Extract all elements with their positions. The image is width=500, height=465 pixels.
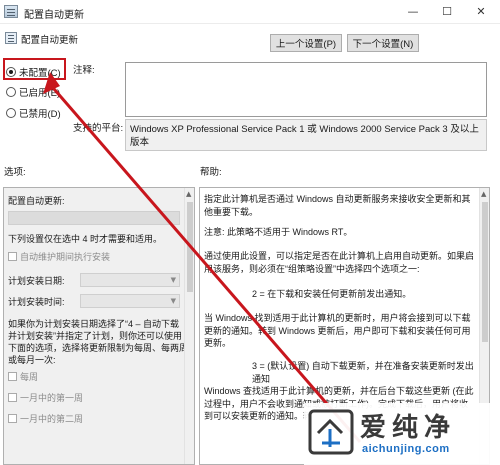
watermark: 爱纯净 aichunjing.com	[304, 403, 500, 465]
prev-setting-button[interactable]: 上一个设置(P)	[270, 34, 342, 52]
update-mode-dropdown[interactable]	[8, 211, 180, 225]
aichunjing-logo-icon	[308, 409, 354, 455]
first-week-checkbox[interactable]	[8, 393, 17, 402]
schedule-day-dropdown[interactable]: ▼	[80, 273, 180, 287]
title-bar: 配置自动更新 — ☐ ✕	[0, 0, 500, 24]
first-week-checkbox-label: 一月中的第一周	[20, 393, 84, 403]
weekly-checkbox-label: 每周	[20, 372, 39, 382]
options-label: 选项:	[4, 167, 26, 178]
radio-enabled-label: 已启用(E)	[19, 88, 61, 99]
next-setting-button[interactable]: 下一个设置(N)	[347, 34, 419, 52]
chevron-down-icon: ▼	[170, 297, 176, 305]
comment-textarea[interactable]	[125, 62, 487, 117]
watermark-title: 爱纯净	[360, 413, 457, 443]
highlight-annotation-box	[3, 58, 66, 80]
help-paragraph-6: 3 = (默认设置) 自动下载更新，并在准备安装更新时发出通知	[252, 361, 474, 384]
minimize-button[interactable]: —	[396, 0, 430, 22]
help-paragraph-4: 2 = 在下载和安装任何更新前发出通知。	[252, 289, 412, 299]
options-panel: 配置自动更新: 下列设置仅在选中 4 时才需要和适用。 自动维护期间执行安装 计…	[3, 187, 195, 465]
second-week-checkbox[interactable]	[8, 414, 17, 423]
policy-app-icon	[4, 5, 18, 18]
setting-icon	[5, 32, 17, 44]
maintenance-checkbox-label: 自动维护期间执行安装	[20, 252, 111, 262]
options-scrollbar[interactable]: ▲	[184, 188, 194, 464]
help-paragraph-3: 通过使用此设置，可以指定是否在此计算机上启用自动更新。如果启用该服务，则必须在“…	[204, 251, 475, 274]
comment-label: 注释:	[73, 65, 95, 76]
options-paragraph-line-2: 并计划安装”并指定了计划，则你还可以使用	[8, 331, 182, 341]
second-week-checkbox-label: 一月中的第二周	[20, 414, 84, 424]
watermark-url: aichunjing.com	[362, 443, 450, 455]
close-button[interactable]: ✕	[464, 0, 498, 22]
scroll-up-icon: ▲	[186, 190, 192, 198]
radio-disabled[interactable]: 已禁用(D)	[6, 106, 61, 120]
weekly-checkbox[interactable]	[8, 372, 17, 381]
scroll-up-icon: ▲	[481, 190, 487, 198]
help-paragraph-1: 指定此计算机是否通过 Windows 自动更新服务来接收安全更新和其他重要下载。	[204, 194, 471, 217]
help-scrollbar-thumb[interactable]	[482, 202, 488, 342]
help-paragraph-2: 注意: 此策略不适用于 Windows RT。	[204, 227, 353, 237]
options-paragraph-line-4: 或每月一次:	[8, 355, 56, 365]
options-heading: 配置自动更新:	[8, 196, 65, 206]
platform-label: 支持的平台:	[73, 123, 124, 134]
schedule-time-label: 计划安装时间:	[8, 297, 65, 307]
radio-circle[interactable]	[6, 87, 16, 97]
platform-text: Windows XP Professional Service Pack 1 或…	[125, 119, 487, 151]
maintenance-checkbox[interactable]	[8, 252, 17, 261]
schedule-time-dropdown[interactable]: ▼	[80, 294, 180, 308]
options-paragraph-line-1: 如果你为计划安装日期选择了“4 – 自动下载	[8, 319, 180, 329]
setting-title: 配置自动更新	[21, 35, 79, 46]
maximize-button[interactable]: ☐	[430, 0, 464, 22]
radio-circle[interactable]	[6, 108, 16, 118]
radio-enabled[interactable]: 已启用(E)	[6, 85, 60, 99]
chevron-down-icon: ▼	[170, 276, 176, 284]
schedule-day-label: 计划安装日期:	[8, 276, 65, 286]
help-label: 帮助:	[200, 167, 222, 178]
options-paragraph-line-3: 下面的选项，选择将更新限制为每周、每两周	[8, 343, 189, 353]
radio-disabled-label: 已禁用(D)	[19, 109, 61, 120]
help-paragraph-5: 当 Windows 找到适用于此计算机的更新时，用户将会接到可以下载更新的通知。…	[204, 313, 471, 348]
options-note: 下列设置仅在选中 4 时才需要和适用。	[8, 234, 163, 244]
options-scrollbar-thumb[interactable]	[187, 202, 193, 292]
window-title: 配置自动更新	[24, 10, 84, 21]
